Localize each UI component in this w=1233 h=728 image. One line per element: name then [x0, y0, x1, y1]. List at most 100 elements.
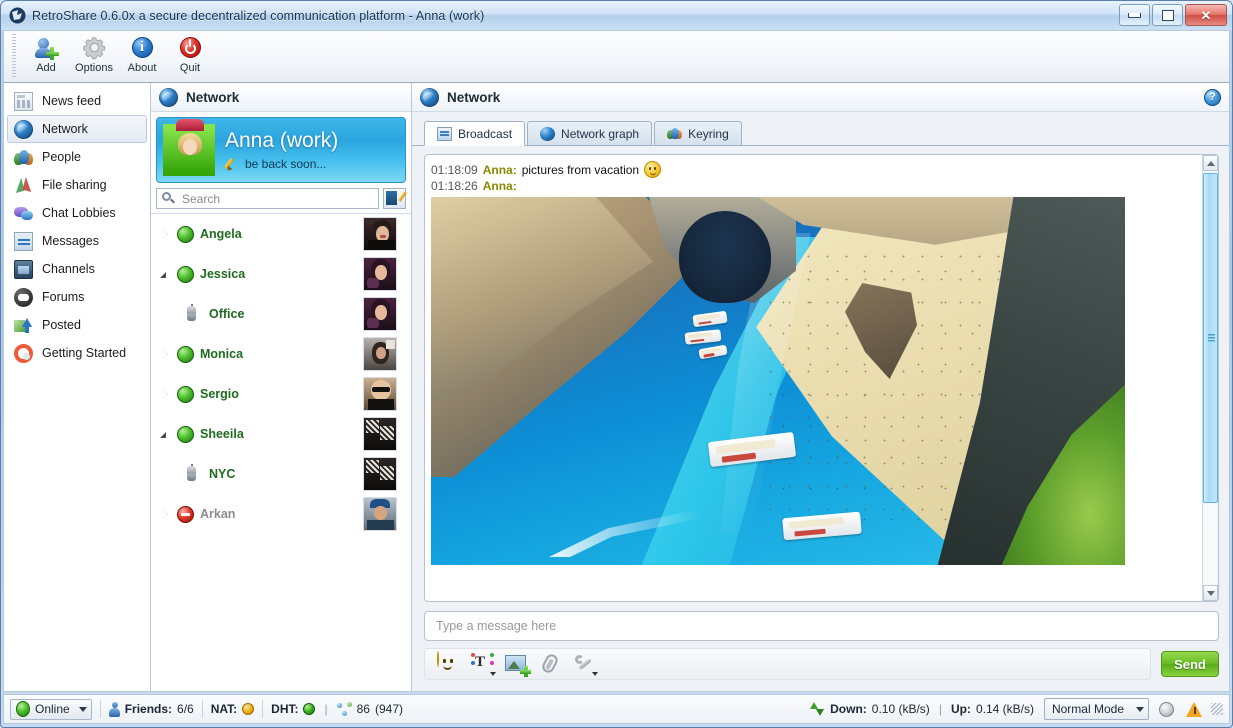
avatar[interactable]: [163, 124, 215, 176]
sidebar-item-messages[interactable]: Messages: [4, 227, 150, 255]
close-icon[interactable]: ✕: [1185, 4, 1227, 26]
font-color-icon[interactable]: T: [471, 652, 495, 676]
sound-icon[interactable]: [1159, 702, 1174, 717]
about-button[interactable]: i About: [118, 31, 166, 78]
chat-view: 01:18:09 Anna: pictures from vacation 01…: [424, 154, 1219, 602]
attach-file-icon[interactable]: [539, 652, 563, 676]
chevron-down-icon[interactable]: [159, 268, 171, 280]
pencil-icon[interactable]: [225, 157, 239, 171]
sidebar-item-label: File sharing: [42, 178, 107, 192]
avatar: [363, 337, 397, 371]
list-item[interactable]: NYC: [151, 454, 411, 494]
friend-name: Jessica: [200, 267, 245, 281]
add-button-label: Add: [36, 62, 56, 74]
chat-scrollbar[interactable]: [1202, 155, 1218, 601]
scroll-up-arrow[interactable]: [1203, 155, 1218, 171]
friends-pane-header: Network: [151, 83, 411, 112]
mode-label: Normal Mode: [1052, 702, 1124, 716]
help-icon[interactable]: ?: [1204, 89, 1221, 106]
sidebar-item-file-sharing[interactable]: File sharing: [4, 171, 150, 199]
emoticon-icon[interactable]: [437, 652, 461, 676]
sidebar-item-label: Channels: [42, 262, 95, 276]
chevron-down-icon[interactable]: [159, 428, 171, 440]
lifebuoy-icon: [14, 344, 33, 363]
mode-selector[interactable]: Normal Mode: [1044, 698, 1149, 720]
online-status-selector[interactable]: Online: [10, 699, 92, 720]
list-item[interactable]: Sergio: [151, 374, 411, 414]
message-input[interactable]: [434, 618, 1209, 634]
list-item[interactable]: Arkan: [151, 494, 411, 534]
send-button[interactable]: Send: [1161, 651, 1219, 677]
page-title: Network: [447, 90, 1196, 105]
chat-message: 01:18:26 Anna:: [431, 178, 1202, 194]
online-green-icon: [16, 701, 30, 717]
retroshare-logo-icon: [9, 7, 26, 24]
chat-bubbles-icon: [14, 204, 33, 223]
window-controls: ✕: [1119, 4, 1227, 26]
tab-keyring[interactable]: Keyring: [654, 121, 742, 145]
message-timestamp: 01:18:26: [431, 178, 478, 194]
friends-pane: Network Anna (work) be back soon...: [150, 83, 412, 692]
sidebar: News feed Network People File sharing: [3, 83, 150, 692]
edit-profile-icon[interactable]: [383, 188, 406, 209]
search-box[interactable]: [156, 188, 379, 209]
chevron-right-icon[interactable]: [159, 228, 171, 240]
settings-wrench-icon[interactable]: [573, 652, 597, 676]
sidebar-item-channels[interactable]: Channels: [4, 255, 150, 283]
friends-pane-title: Network: [186, 90, 239, 105]
sidebar-item-getting-started[interactable]: Getting Started: [4, 339, 150, 367]
list-item[interactable]: Jessica: [151, 254, 411, 294]
pipe-separator: |: [939, 702, 942, 716]
chevron-right-icon[interactable]: [159, 348, 171, 360]
scrollbar-track[interactable]: [1203, 171, 1218, 585]
dht-count: 86: [357, 702, 370, 716]
search-input[interactable]: [180, 191, 373, 207]
beach-photo-attachment[interactable]: [431, 197, 1125, 565]
sidebar-item-chat-lobbies[interactable]: Chat Lobbies: [4, 199, 150, 227]
list-item[interactable]: Monica: [151, 334, 411, 374]
list-item[interactable]: Office: [151, 294, 411, 334]
scrollbar-thumb[interactable]: [1203, 173, 1218, 503]
sidebar-item-label: News feed: [42, 94, 101, 108]
list-item[interactable]: Angela: [151, 214, 411, 254]
options-button-label: Options: [75, 62, 113, 74]
status-badge: [177, 506, 194, 523]
resize-grip-icon[interactable]: [1211, 703, 1223, 715]
tab-broadcast[interactable]: Broadcast: [424, 121, 525, 146]
tab-label: Keyring: [688, 127, 729, 141]
scroll-down-arrow[interactable]: [1203, 585, 1218, 601]
nat-label: NAT:: [211, 702, 237, 716]
title-bar: RetroShare 0.6.0x a secure decentralized…: [1, 1, 1232, 30]
chevron-right-icon[interactable]: [159, 508, 171, 520]
list-item[interactable]: Sheeila: [151, 414, 411, 454]
maximize-icon[interactable]: [1152, 4, 1183, 26]
chevron-right-icon[interactable]: [159, 388, 171, 400]
sidebar-item-forums[interactable]: Forums: [4, 283, 150, 311]
add-image-icon[interactable]: [505, 652, 529, 676]
status-badge: [177, 226, 194, 243]
profile-status[interactable]: be back soon...: [225, 157, 338, 171]
chat-messages[interactable]: 01:18:09 Anna: pictures from vacation 01…: [425, 155, 1202, 601]
add-button[interactable]: Add: [22, 31, 70, 78]
broadcast-tab-panel: 01:18:09 Anna: pictures from vacation 01…: [412, 146, 1229, 691]
down-value: 0.10 (kB/s): [872, 702, 930, 716]
forum-bubble-icon: [14, 288, 33, 307]
sidebar-item-network[interactable]: Network: [7, 115, 147, 143]
profile-card[interactable]: Anna (work) be back soon...: [156, 117, 406, 183]
about-button-label: About: [128, 62, 157, 74]
sidebar-item-people[interactable]: People: [4, 143, 150, 171]
friends-counter: Friends: 6/6: [109, 702, 194, 717]
toolbar-grip[interactable]: [12, 34, 16, 78]
tab-network-graph[interactable]: Network graph: [527, 121, 652, 145]
sidebar-item-news-feed[interactable]: News feed: [4, 87, 150, 115]
minimize-icon[interactable]: [1119, 4, 1150, 26]
friends-list[interactable]: Angela Jessica: [151, 213, 411, 691]
messages-icon: [14, 232, 33, 251]
message-input-box[interactable]: [424, 611, 1219, 641]
options-button[interactable]: Options: [70, 31, 118, 78]
quit-button[interactable]: Quit: [166, 31, 214, 78]
sidebar-item-posted[interactable]: Posted: [4, 311, 150, 339]
nat-status: NAT:: [211, 702, 254, 716]
warning-icon[interactable]: [1186, 702, 1203, 717]
content-pane: Network ? Broadcast Network graph Keyrin…: [412, 83, 1230, 692]
